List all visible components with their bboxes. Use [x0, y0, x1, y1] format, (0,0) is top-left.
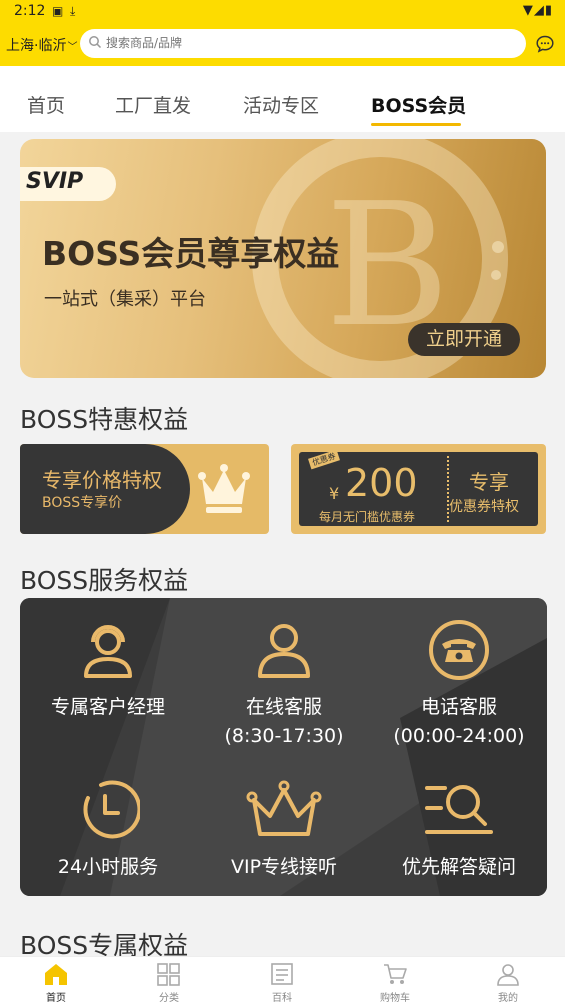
exclusive-price-title: 专享价格特权: [42, 468, 162, 492]
coupon-tag: 优惠券: [308, 449, 340, 470]
tab-boss-member[interactable]: BOSS会员: [371, 91, 466, 118]
tab-promotions[interactable]: 活动专区: [243, 91, 319, 118]
home-icon: [45, 964, 67, 985]
section-title-special: BOSS特惠权益: [20, 405, 189, 434]
page: 2:12 ▣ ⤓ ▼◢▮ 上海·临沂﹀ 搜索商品/品牌 首页 工厂直发 活动专区…: [0, 0, 565, 1004]
tab-home[interactable]: 首页: [27, 91, 65, 118]
coupon-card[interactable]: 优惠券 ¥ 200 每月无门槛优惠券 专享 优惠券特权: [291, 444, 546, 534]
nav-label: 我的: [498, 993, 518, 1004]
exclusive-price-subtitle: BOSS专享价: [42, 495, 123, 511]
service-label: 电话客服: [420, 696, 497, 718]
section-title-service: BOSS服务权益: [20, 566, 189, 595]
service-hours: (00:00-24:00): [393, 725, 525, 747]
profile-icon: [497, 964, 519, 986]
location-label: 上海·临沂: [6, 38, 67, 54]
system-icons: ▼◢▮: [523, 3, 553, 18]
nav-cart[interactable]: 购物车: [355, 961, 435, 1004]
nav-label: 百科: [272, 993, 292, 1004]
banner-title: BOSS会员尊享权益: [42, 234, 340, 273]
nav-category[interactable]: 分类: [129, 961, 209, 1004]
service-phone-support[interactable]: 电话客服 (00:00-24:00): [371, 618, 547, 747]
exclusive-price-card[interactable]: 专享价格特权 BOSS专享价: [20, 444, 269, 534]
clock-icon: [83, 780, 140, 839]
coupon-description: 每月无门槛优惠券: [319, 510, 416, 524]
activate-button[interactable]: 立即开通: [408, 323, 520, 356]
top-bar: 2:12 ▣ ⤓ ▼◢▮ 上海·临沂﹀: [0, 0, 565, 66]
service-label: 在线客服: [245, 696, 322, 718]
battery-icon: ▮: [544, 3, 553, 18]
active-tab-indicator: [371, 123, 461, 126]
notification-icon: ▣: [52, 4, 64, 18]
person-icon: [258, 624, 310, 678]
header: 上海·临沂﹀: [0, 28, 565, 60]
crown-icon: [198, 464, 250, 513]
banner-subtitle: 一站式（集采）平台: [44, 289, 206, 310]
coupon-currency: ¥: [329, 484, 340, 503]
nav-label: 首页: [46, 993, 66, 1004]
svip-badge: SVIP: [20, 167, 116, 201]
status-time: 2:12: [14, 3, 46, 19]
service-label: VIP专线接听: [230, 856, 338, 878]
service-account-manager[interactable]: 专属客户经理: [20, 618, 196, 719]
wifi-icon: ▼: [522, 3, 534, 18]
service-vip-line[interactable]: VIP专线接听: [196, 778, 372, 879]
tab-factory-direct[interactable]: 工厂直发: [115, 91, 191, 118]
nav-encyclopedia[interactable]: 百科: [242, 961, 322, 1004]
signal-icon: ◢: [533, 3, 545, 18]
telephone-icon: [429, 620, 489, 680]
service-label: 优先解答疑问: [401, 856, 516, 878]
location-selector[interactable]: 上海·临沂﹀: [6, 35, 77, 55]
status-bar: 2:12 ▣ ⤓ ▼◢▮: [0, 0, 565, 24]
membership-banner[interactable]: B SVIP BOSS会员尊享权益 一站式（集采）平台 立即开通: [20, 139, 546, 378]
cart-icon: [384, 964, 407, 984]
nav-profile[interactable]: 我的: [468, 961, 548, 1004]
coupon-right-title: 专享: [469, 470, 509, 494]
service-label: 24小时服务: [57, 856, 159, 878]
nav-home[interactable]: 首页: [16, 961, 96, 1004]
top-tabs: 首页 工厂直发 活动专区 BOSS会员: [0, 66, 565, 132]
service-label: 专属客户经理: [50, 696, 165, 718]
service-hours: (8:30-17:30): [224, 725, 344, 747]
search-list-icon: [425, 785, 493, 834]
search-bar[interactable]: [80, 29, 526, 58]
download-icon: ⤓: [70, 4, 76, 18]
coupon-right-subtitle: 优惠券特权: [449, 499, 519, 515]
crown-icon: [246, 780, 322, 836]
nav-label: 分类: [159, 993, 179, 1004]
chevron-down-icon: ﹀: [67, 42, 78, 53]
message-icon[interactable]: [535, 34, 555, 54]
search-input[interactable]: [106, 34, 506, 52]
coupon-amount: 200: [345, 461, 418, 505]
search-icon: [89, 36, 102, 49]
service-panel: 专属客户经理 在线客服 (8:30-17:30) 电话客服 (00:00-24:…: [20, 598, 547, 896]
service-priority-answers[interactable]: 优先解答疑问: [371, 778, 547, 879]
headset-agent-icon: [84, 625, 132, 678]
coupon-inner: 优惠券 ¥ 200 每月无门槛优惠券 专享 优惠券特权: [299, 449, 538, 526]
service-24h[interactable]: 24小时服务: [20, 778, 196, 879]
category-icon: [157, 963, 180, 986]
encyclopedia-icon: [271, 963, 293, 985]
bottom-nav: 首页 分类 百科 购物车 我的: [0, 956, 565, 1004]
service-online-support[interactable]: 在线客服 (8:30-17:30): [196, 618, 372, 747]
nav-label: 购物车: [380, 993, 410, 1004]
